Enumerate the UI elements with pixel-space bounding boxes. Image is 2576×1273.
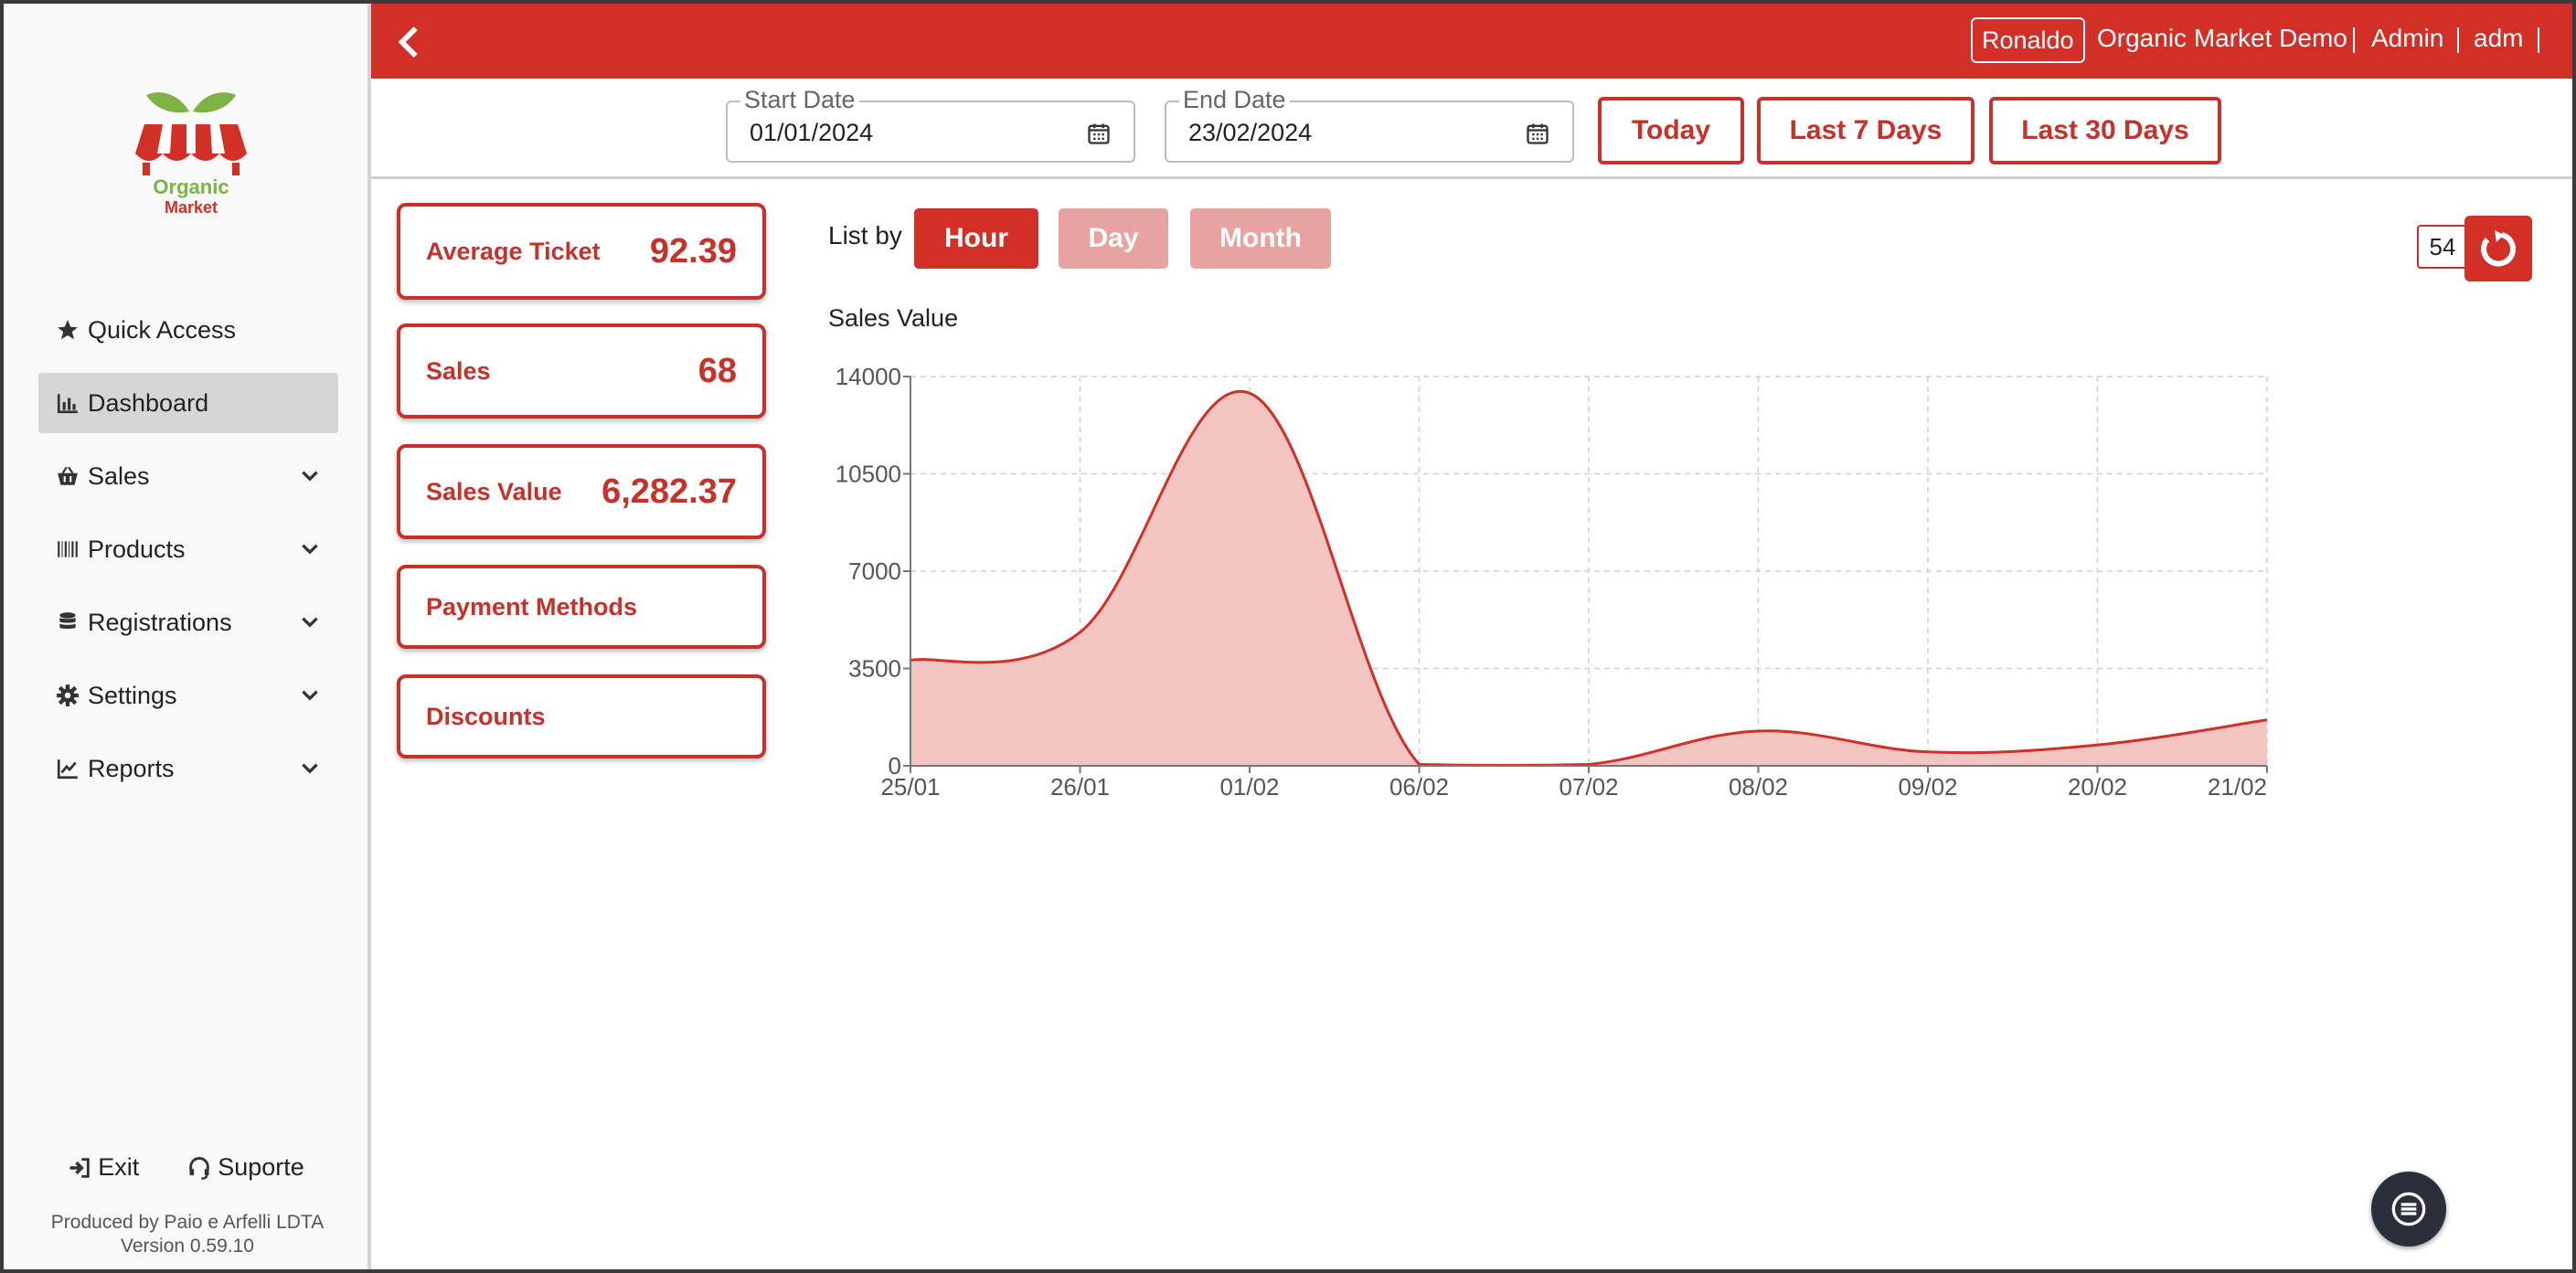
sidebar-item-reports[interactable]: Reports xyxy=(38,738,338,799)
svg-text:Organic: Organic xyxy=(153,175,229,198)
star-icon xyxy=(55,317,80,343)
header-separator xyxy=(2353,27,2355,53)
calendar-icon[interactable] xyxy=(1525,121,1550,146)
x-tick-label: 21/02 xyxy=(2208,773,2267,801)
y-tick-label: 10500 xyxy=(836,461,901,488)
sales-value-card[interactable]: Sales Value 6,282.37 xyxy=(397,444,766,539)
end-date-field[interactable]: End Date 23/02/2024 xyxy=(1165,86,1574,163)
x-tick-label: 08/02 xyxy=(1729,773,1788,801)
y-tick-label: 3500 xyxy=(848,655,901,683)
list-by-label: List by xyxy=(828,221,902,249)
sidebar-item-label: Settings xyxy=(88,681,177,709)
sidebar-footer: Exit Suporte xyxy=(4,1153,367,1182)
sidebar-item-label: Quick Access xyxy=(88,315,237,344)
start-date-label: Start Date xyxy=(740,86,859,114)
end-date-value: 23/02/2024 xyxy=(1188,119,1313,146)
organic-market-logo[interactable]: Organic Market xyxy=(132,84,250,221)
sidebar-item-label: Products xyxy=(88,535,186,563)
sidebar-item-quick-access[interactable]: Quick Access xyxy=(38,300,338,360)
sidebar-item-products[interactable]: Products xyxy=(38,519,338,579)
list-by-day-button[interactable]: Day xyxy=(1059,208,1168,269)
sales-value-chart: 0350070001050014000 25/01 26/01 01/02 06/02… xyxy=(836,363,2268,801)
last-30-days-button[interactable]: Last 30 Days xyxy=(1989,97,2221,164)
last-7-days-button[interactable]: Last 7 Days xyxy=(1757,97,1975,164)
x-tick-label: 20/02 xyxy=(2068,773,2127,801)
menu-icon xyxy=(2391,1192,2426,1226)
average-ticket-value: 92.39 xyxy=(649,231,737,271)
list-by-hour-button[interactable]: Hour xyxy=(914,208,1038,269)
sign-out-icon xyxy=(69,1157,90,1178)
username: adm xyxy=(2474,24,2524,52)
company-name: Organic Market Demo xyxy=(2097,24,2347,52)
chevron-down-icon[interactable] xyxy=(298,537,322,561)
x-tick-label: 07/02 xyxy=(1559,773,1618,801)
sales-value-label: Sales Value xyxy=(426,477,562,505)
sales-count-value: 68 xyxy=(697,351,737,390)
sidebar-item-settings[interactable]: Settings xyxy=(38,665,338,726)
sidebar-item-registrations[interactable]: Registrations xyxy=(38,592,338,652)
payment-methods-label: Payment Methods xyxy=(426,592,638,621)
y-tick-label: 14000 xyxy=(836,363,901,390)
refresh-button[interactable] xyxy=(2464,216,2532,281)
svg-text:Market: Market xyxy=(165,198,218,217)
database-icon xyxy=(55,610,80,635)
line-chart-icon xyxy=(55,756,80,781)
sidebar-item-label: Dashboard xyxy=(88,388,209,417)
x-tick-label: 25/01 xyxy=(880,773,940,801)
exit-link[interactable]: Exit xyxy=(67,1153,139,1182)
list-by-month-button[interactable]: Month xyxy=(1190,208,1331,269)
sidebar-item-label: Sales xyxy=(88,461,150,490)
chart-bar-icon xyxy=(55,390,80,416)
headset-icon xyxy=(189,1156,210,1180)
sales-value-amount: 6,282.37 xyxy=(601,472,737,511)
sidebar-item-label: Reports xyxy=(88,754,175,782)
top-bar: Ronaldo Organic Market Demo Admin adm xyxy=(371,4,2572,79)
chevron-down-icon[interactable] xyxy=(298,610,322,634)
average-ticket-label: Average Ticket xyxy=(426,237,601,265)
refresh-icon xyxy=(2481,230,2517,267)
sidebar-item-sales[interactable]: Sales xyxy=(38,446,338,506)
x-tick-label: 09/02 xyxy=(1898,773,1957,801)
date-filter-bar: Start Date 01/01/2024 End Date 23/02/202… xyxy=(371,79,2572,179)
payment-methods-card[interactable]: Payment Methods xyxy=(397,565,766,649)
sales-label: Sales xyxy=(426,356,491,385)
gear-icon xyxy=(55,683,80,708)
header-separator xyxy=(2538,27,2539,53)
exit-label: Exit xyxy=(98,1153,140,1181)
version: Version 0.59.10 xyxy=(121,1236,254,1257)
sidebar: Organic Market Quick Access Dashboard Sa… xyxy=(4,4,371,1269)
today-button[interactable]: Today xyxy=(1598,97,1744,164)
end-date-label: End Date xyxy=(1179,86,1290,114)
x-tick-label: 26/01 xyxy=(1050,773,1110,801)
chevron-down-icon[interactable] xyxy=(298,464,322,488)
sidebar-item-dashboard[interactable]: Dashboard xyxy=(38,373,338,433)
chevron-down-icon[interactable] xyxy=(298,757,322,780)
header-separator xyxy=(2457,27,2459,53)
back-arrow-icon[interactable] xyxy=(391,22,428,62)
sidebar-item-label: Registrations xyxy=(88,608,232,636)
barcode-icon xyxy=(55,536,80,562)
sales-card[interactable]: Sales 68 xyxy=(397,324,766,419)
support-link[interactable]: Suporte xyxy=(186,1153,304,1182)
user-name-badge[interactable]: Ronaldo xyxy=(1971,17,2085,63)
produced-by: Produced by Paio e Arfelli LDTA xyxy=(50,1212,325,1233)
x-tick-label: 01/02 xyxy=(1219,773,1279,801)
basket-icon xyxy=(55,463,80,489)
discounts-label: Discounts xyxy=(426,702,546,730)
y-tick-label: 7000 xyxy=(848,557,901,585)
menu-fab-button[interactable] xyxy=(2371,1172,2446,1246)
calendar-icon[interactable] xyxy=(1086,121,1112,146)
x-tick-label: 06/02 xyxy=(1389,773,1449,801)
discounts-card[interactable]: Discounts xyxy=(397,674,766,758)
start-date-value: 01/01/2024 xyxy=(750,119,874,146)
chevron-down-icon[interactable] xyxy=(298,684,322,707)
chart-title: Sales Value xyxy=(828,304,959,332)
average-ticket-card[interactable]: Average Ticket 92.39 xyxy=(397,203,766,300)
support-label: Suporte xyxy=(218,1153,304,1181)
user-role: Admin xyxy=(2371,24,2444,52)
start-date-field[interactable]: Start Date 01/01/2024 xyxy=(726,86,1135,163)
refresh-countdown: 54 xyxy=(2417,225,2468,269)
